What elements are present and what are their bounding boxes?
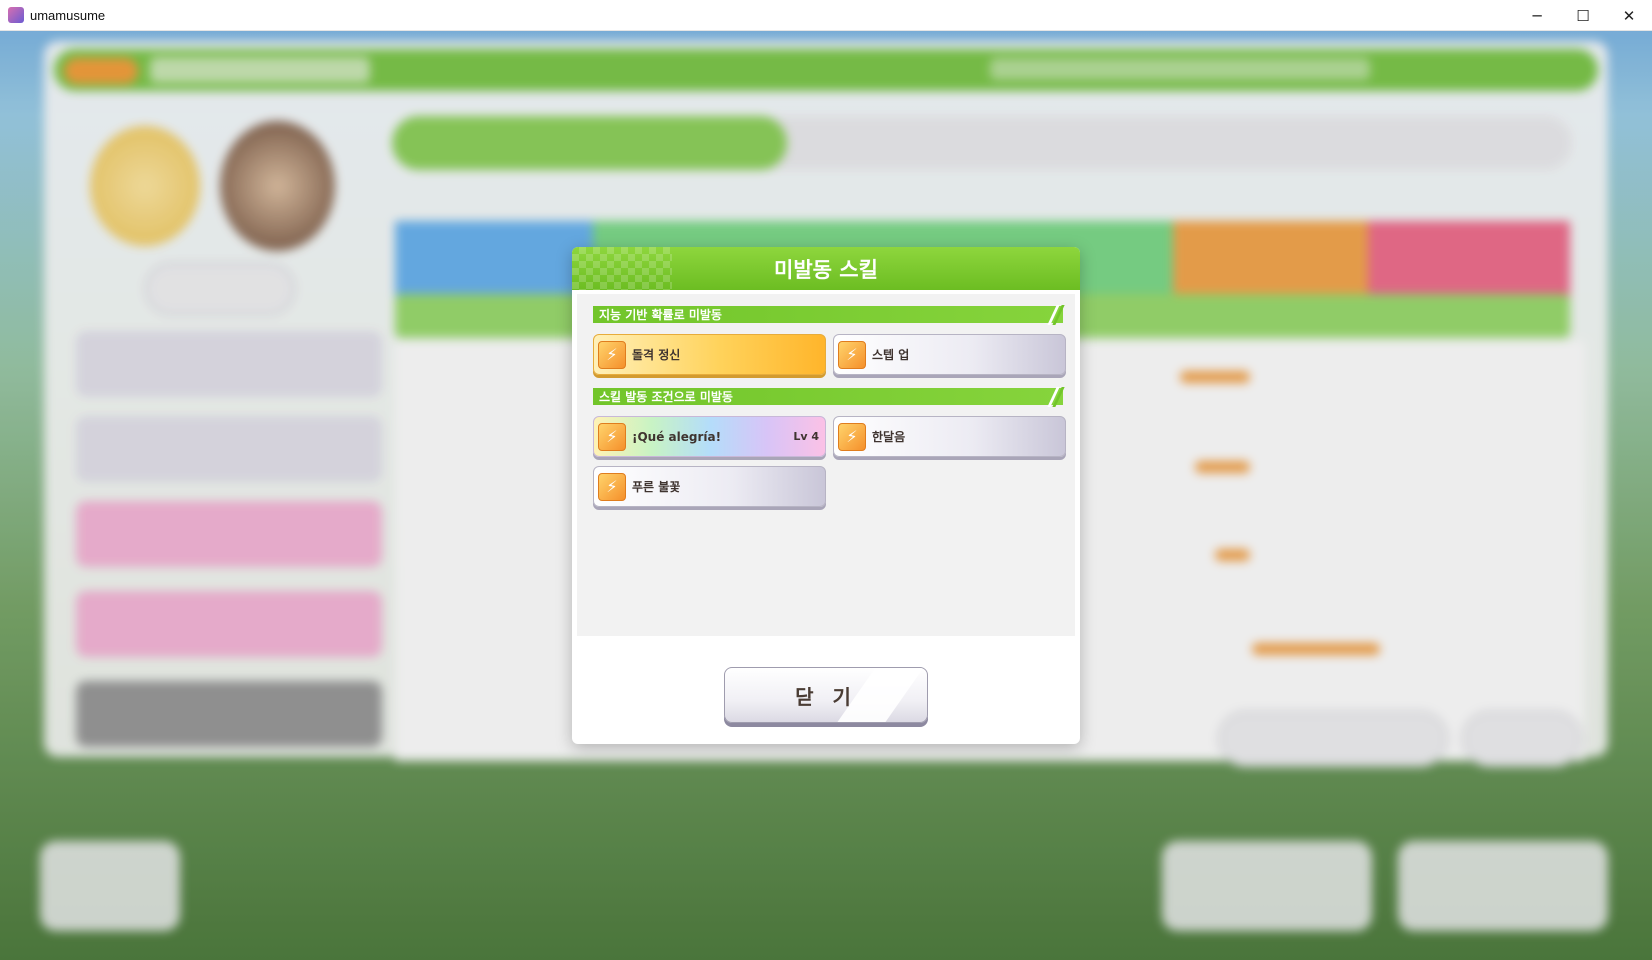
maximize-button[interactable]: ☐ <box>1560 0 1606 31</box>
app-icon <box>8 7 24 23</box>
close-button-label: 닫 기 <box>795 684 857 709</box>
running-umamusume-icon: ⚡ <box>838 422 866 451</box>
skill-level: Lv 4 <box>793 430 819 443</box>
running-umamusume-icon: ⚡ <box>598 422 626 451</box>
section-header-wisdom: 지능 기반 확률로 미발동 <box>593 306 1063 323</box>
skill-card[interactable]: ⚡ ¡Qué alegría! Lv 4 <box>593 416 826 457</box>
unactivated-skills-dialog: 미발동 스킬 지능 기반 확률로 미발동 ⚡ 돌격 정신 ⚡ 스텝 업 스킬 발… <box>572 247 1080 744</box>
skill-name: ¡Qué alegría! <box>632 429 722 444</box>
section-label: 스킬 발동 조건으로 미발동 <box>599 390 733 404</box>
section-label: 지능 기반 확률로 미발동 <box>599 308 722 322</box>
window-controls: ─ ☐ ✕ <box>1514 0 1652 31</box>
slash-decoration <box>1051 306 1061 323</box>
skill-card[interactable]: ⚡ 돌격 정신 <box>593 334 826 375</box>
running-umamusume-icon: ⚡ <box>598 340 626 369</box>
skill-name: 스텝 업 <box>872 348 910 362</box>
section-header-condition: 스킬 발동 조건으로 미발동 <box>593 388 1063 405</box>
slash-decoration <box>1051 388 1061 405</box>
window-title: umamusume <box>30 7 106 23</box>
dialog-title: 미발동 스킬 <box>774 257 878 282</box>
running-umamusume-icon: ⚡ <box>598 472 626 501</box>
dialog-body: 지능 기반 확률로 미발동 ⚡ 돌격 정신 ⚡ 스텝 업 스킬 발동 조건으로 … <box>577 294 1075 636</box>
minimize-button[interactable]: ─ <box>1514 0 1560 31</box>
skill-name: 한달음 <box>872 430 906 444</box>
skill-card[interactable]: ⚡ 스텝 업 <box>833 334 1066 375</box>
window-titlebar: umamusume ─ ☐ ✕ <box>0 0 1652 31</box>
close-button[interactable]: 닫 기 <box>724 667 928 723</box>
skill-card[interactable]: ⚡ 한달음 <box>833 416 1066 457</box>
skill-card[interactable]: ⚡ 푸른 불꽃 <box>593 466 826 507</box>
close-window-button[interactable]: ✕ <box>1606 0 1652 31</box>
skill-name: 푸른 불꽃 <box>632 480 681 494</box>
running-umamusume-icon: ⚡ <box>838 340 866 369</box>
dialog-header: 미발동 스킬 <box>572 247 1080 290</box>
skill-name: 돌격 정신 <box>632 348 681 362</box>
